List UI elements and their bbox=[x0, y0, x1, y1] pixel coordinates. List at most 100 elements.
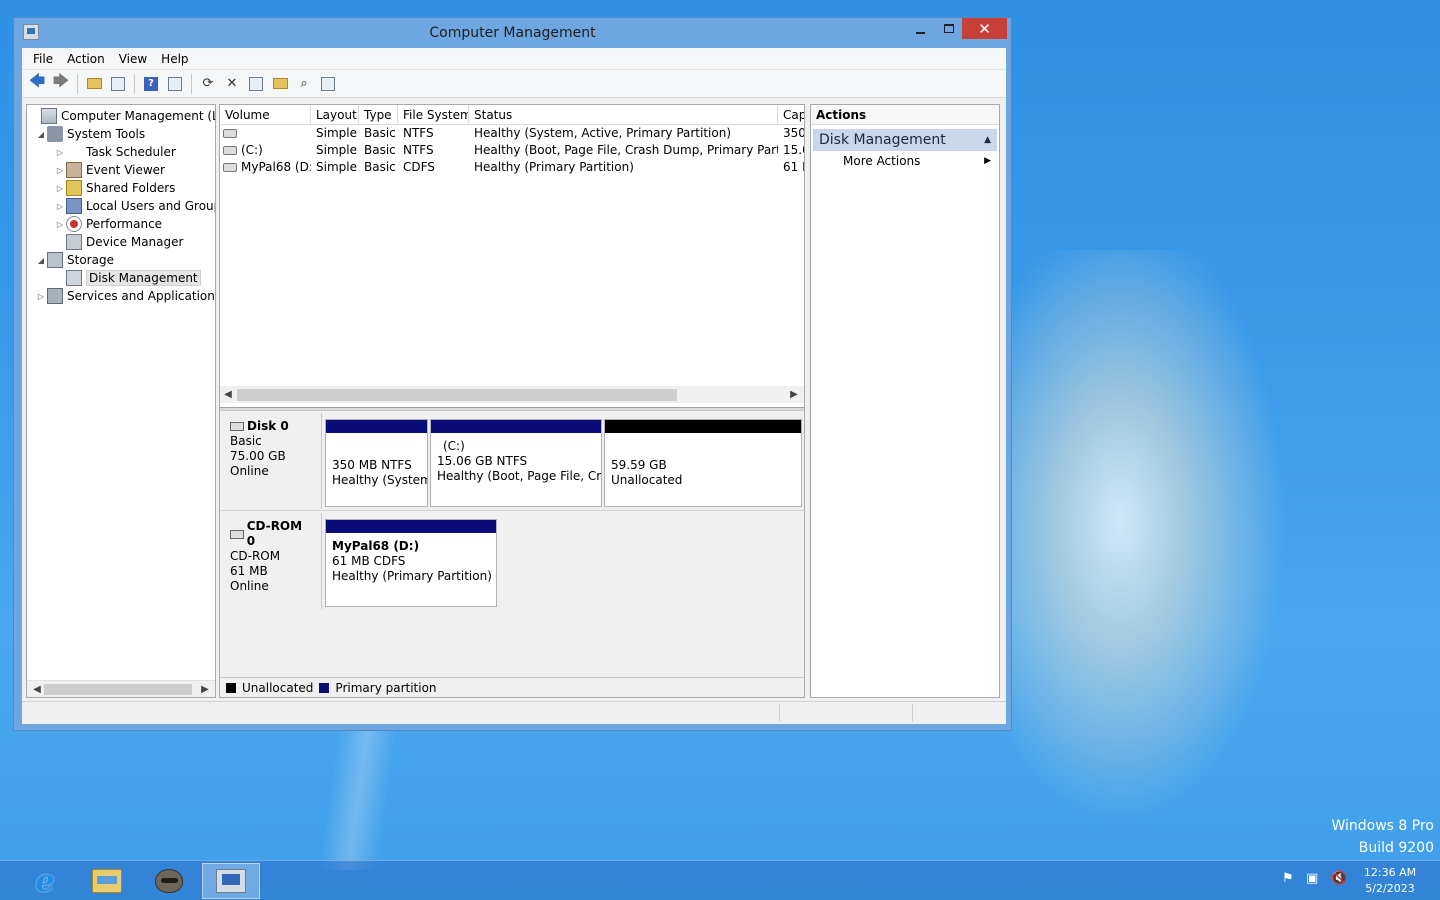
partition-unallocated[interactable]: 59.59 GB Unallocated bbox=[604, 419, 802, 507]
tree-item-services-applications[interactable]: ▷ Services and Applications bbox=[35, 287, 215, 305]
shared-folder-icon bbox=[66, 180, 82, 196]
volume-muted-icon[interactable]: 🔇 bbox=[1331, 871, 1347, 886]
partition-text: 59.59 GB Unallocated bbox=[605, 433, 801, 488]
up-level-button[interactable] bbox=[83, 73, 105, 95]
close-button[interactable]: ✕ bbox=[962, 18, 1007, 39]
show-hide-action-pane-button[interactable] bbox=[164, 73, 186, 95]
capacity-cell: 61 M bbox=[783, 160, 804, 174]
title-bar[interactable]: Computer Management ✕ bbox=[14, 18, 1011, 48]
actions-section-disk-management[interactable]: Disk Management ▲ bbox=[813, 129, 997, 151]
delete-button[interactable]: ✕ bbox=[221, 73, 243, 95]
watermark-edition: Windows 8 Pro bbox=[1331, 818, 1434, 834]
taskbar-mypal[interactable] bbox=[140, 863, 198, 899]
forward-button[interactable]: 🡆 bbox=[50, 71, 72, 95]
network-icon[interactable]: ▣ bbox=[1306, 871, 1318, 886]
minimize-icon bbox=[915, 31, 925, 34]
menu-view[interactable]: View bbox=[112, 52, 154, 66]
taskbar-file-explorer[interactable] bbox=[78, 863, 136, 899]
column-header-capacity[interactable]: Cap bbox=[778, 105, 804, 125]
tree-item-label: Storage bbox=[67, 253, 114, 267]
capacity-cell: 15.0 bbox=[783, 143, 804, 157]
expand-arrow-icon[interactable]: ▷ bbox=[54, 202, 66, 211]
back-button[interactable]: 🡄 bbox=[26, 71, 48, 95]
wallpaper-bloom bbox=[1000, 250, 1300, 850]
column-header-type[interactable]: Type bbox=[359, 105, 398, 125]
properties-button[interactable] bbox=[245, 73, 267, 95]
table-row[interactable]: Simple Basic NTFS Healthy (System, Activ… bbox=[220, 125, 804, 142]
column-header-volume[interactable]: Volume bbox=[220, 105, 311, 125]
action-label: More Actions bbox=[843, 154, 921, 168]
tree-item-shared-folders[interactable]: ▷ Shared Folders bbox=[54, 179, 175, 197]
action-more-actions[interactable]: More Actions ▶ bbox=[811, 151, 999, 171]
collapse-arrow-icon[interactable]: ◢ bbox=[35, 130, 47, 139]
tree-item-task-scheduler[interactable]: ▷ Task Scheduler bbox=[54, 143, 176, 161]
disk-label-disk0[interactable]: Disk 0 Basic 75.00 GB Online bbox=[222, 413, 322, 509]
expand-arrow-icon[interactable]: ▷ bbox=[35, 292, 47, 301]
refresh-icon: ⟳ bbox=[202, 76, 214, 91]
tree-item-computer-management[interactable]: Computer Management (Local bbox=[29, 107, 215, 125]
tree-item-label: Local Users and Groups bbox=[86, 199, 216, 213]
tree-horizontal-scrollbar[interactable]: ◀ ▶ bbox=[27, 680, 215, 697]
tree-item-label: Device Manager bbox=[86, 235, 184, 249]
disk-label-cdrom0[interactable]: CD-ROM 0 CD-ROM 61 MB Online bbox=[222, 513, 322, 609]
scroll-thumb[interactable] bbox=[237, 389, 677, 401]
volume-horizontal-scrollbar[interactable]: ◀ ▶ bbox=[220, 386, 804, 403]
volume-list-header: Volume Layout Type File System Status Ca… bbox=[220, 105, 804, 125]
expand-arrow-icon[interactable]: ▷ bbox=[54, 148, 66, 157]
taskbar-internet-explorer[interactable]: e bbox=[16, 863, 74, 899]
folder-up-icon bbox=[86, 78, 102, 89]
column-header-layout[interactable]: Layout bbox=[311, 105, 359, 125]
menu-file[interactable]: File bbox=[26, 52, 60, 66]
partition-system[interactable]: 350 MB NTFS Healthy (System, bbox=[325, 419, 428, 507]
action-center-flag-icon[interactable]: ⚑ bbox=[1282, 871, 1294, 886]
expand-arrow-icon[interactable]: ▷ bbox=[54, 184, 66, 193]
refresh-button[interactable]: ⟳ bbox=[197, 73, 219, 95]
scroll-right-icon[interactable]: ▶ bbox=[197, 681, 213, 697]
tree-item-label: Shared Folders bbox=[86, 181, 176, 195]
partition-bar bbox=[326, 420, 427, 433]
status-cell: Healthy (Boot, Page File, Crash Dump, Pr… bbox=[474, 143, 778, 157]
open-button[interactable] bbox=[269, 73, 291, 95]
tree-item-disk-management[interactable]: Disk Management bbox=[54, 269, 201, 287]
forward-arrow-icon: 🡆 bbox=[52, 71, 70, 90]
partition-size: 350 MB NTFS bbox=[332, 458, 412, 472]
expand-arrow-icon[interactable]: ▷ bbox=[54, 220, 66, 229]
partition-c[interactable]: (C:) 15.06 GB NTFS Healthy (Boot, Page F… bbox=[430, 419, 602, 507]
scroll-thumb[interactable] bbox=[44, 684, 192, 695]
tree-item-local-users[interactable]: ▷ Local Users and Groups bbox=[54, 197, 216, 215]
collapse-caret-icon[interactable]: ▲ bbox=[984, 135, 991, 145]
table-row[interactable]: (C:) Simple Basic NTFS Healthy (Boot, Pa… bbox=[220, 142, 804, 159]
taskbar-clock[interactable]: 12:36 AM 5/2/2023 bbox=[1352, 865, 1428, 897]
collapse-arrow-icon[interactable]: ◢ bbox=[35, 256, 47, 265]
computer-management-window: Computer Management ✕ File Action View H… bbox=[13, 17, 1012, 731]
scroll-left-icon[interactable]: ◀ bbox=[220, 386, 236, 403]
actions-section-label: Disk Management bbox=[819, 132, 946, 148]
scroll-left-icon[interactable]: ◀ bbox=[29, 681, 45, 697]
taskbar-computer-management[interactable] bbox=[202, 863, 260, 899]
column-header-status[interactable]: Status bbox=[469, 105, 778, 125]
tree-item-system-tools[interactable]: ◢ System Tools bbox=[35, 125, 145, 143]
maximize-button[interactable] bbox=[939, 18, 959, 39]
menu-help[interactable]: Help bbox=[154, 52, 195, 66]
tree-item-storage[interactable]: ◢ Storage bbox=[35, 251, 114, 269]
expand-arrow-icon[interactable]: ▷ bbox=[54, 166, 66, 175]
tree-item-performance[interactable]: ▷ Performance bbox=[54, 215, 162, 233]
pane-splitter[interactable] bbox=[220, 407, 804, 411]
minimize-button[interactable] bbox=[910, 18, 930, 39]
partition-title bbox=[332, 443, 421, 458]
settings-button[interactable] bbox=[317, 73, 339, 95]
computer-management-icon[interactable] bbox=[23, 24, 39, 40]
tree-item-device-manager[interactable]: Device Manager bbox=[54, 233, 183, 251]
search-button[interactable]: ⌕ bbox=[293, 73, 315, 95]
tree-item-label: System Tools bbox=[67, 127, 146, 141]
column-header-file-system[interactable]: File System bbox=[398, 105, 469, 125]
menu-action[interactable]: Action bbox=[60, 52, 112, 66]
partition-d[interactable]: MyPal68 (D:) 61 MB CDFS Healthy (Primary… bbox=[325, 519, 497, 607]
scroll-right-icon[interactable]: ▶ bbox=[786, 386, 802, 403]
services-icon bbox=[47, 288, 63, 304]
show-hide-tree-button[interactable] bbox=[107, 73, 129, 95]
help-button[interactable]: ? bbox=[140, 73, 162, 95]
table-row[interactable]: MyPal68 (D:) Simple Basic CDFS Healthy (… bbox=[220, 159, 804, 176]
tree-item-event-viewer[interactable]: ▷ Event Viewer bbox=[54, 161, 165, 179]
drive-icon bbox=[223, 146, 237, 155]
